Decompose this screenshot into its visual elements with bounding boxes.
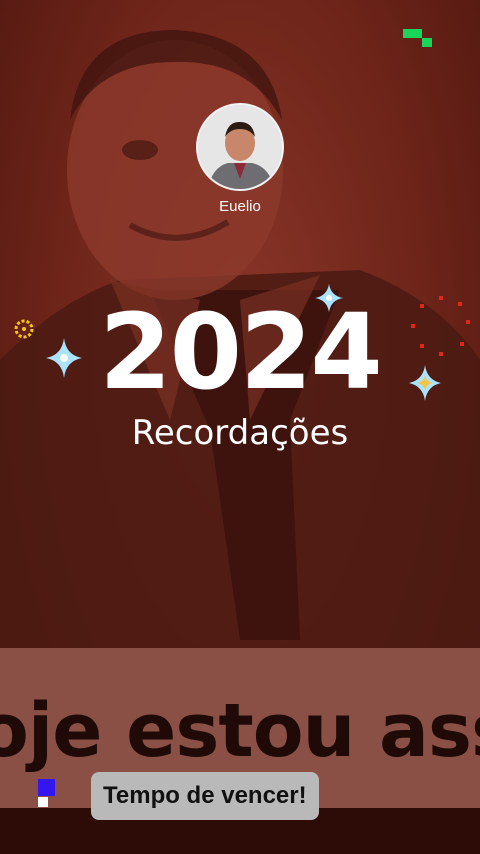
banner-text: oje estou ass xyxy=(0,688,480,774)
pixel-decoration xyxy=(422,38,432,47)
yellow-dots-icon xyxy=(14,319,34,339)
year-title: 2024 xyxy=(99,291,382,413)
profile-name: Euelio xyxy=(219,198,261,215)
memories-subtitle: Recordações xyxy=(131,413,349,453)
sparkle-icon xyxy=(46,338,82,378)
pixel-decoration xyxy=(403,29,422,38)
red-dots-icon xyxy=(411,296,470,356)
caption-label: Tempo de vencer! xyxy=(91,772,319,820)
sparkle-icon xyxy=(409,365,441,401)
white-square-decoration xyxy=(38,797,48,807)
avatar[interactable] xyxy=(196,103,284,191)
profile-photo-icon xyxy=(198,105,282,189)
blue-square-decoration xyxy=(38,779,55,796)
story-screen[interactable]: oje estou ass Euelio xyxy=(0,0,480,854)
